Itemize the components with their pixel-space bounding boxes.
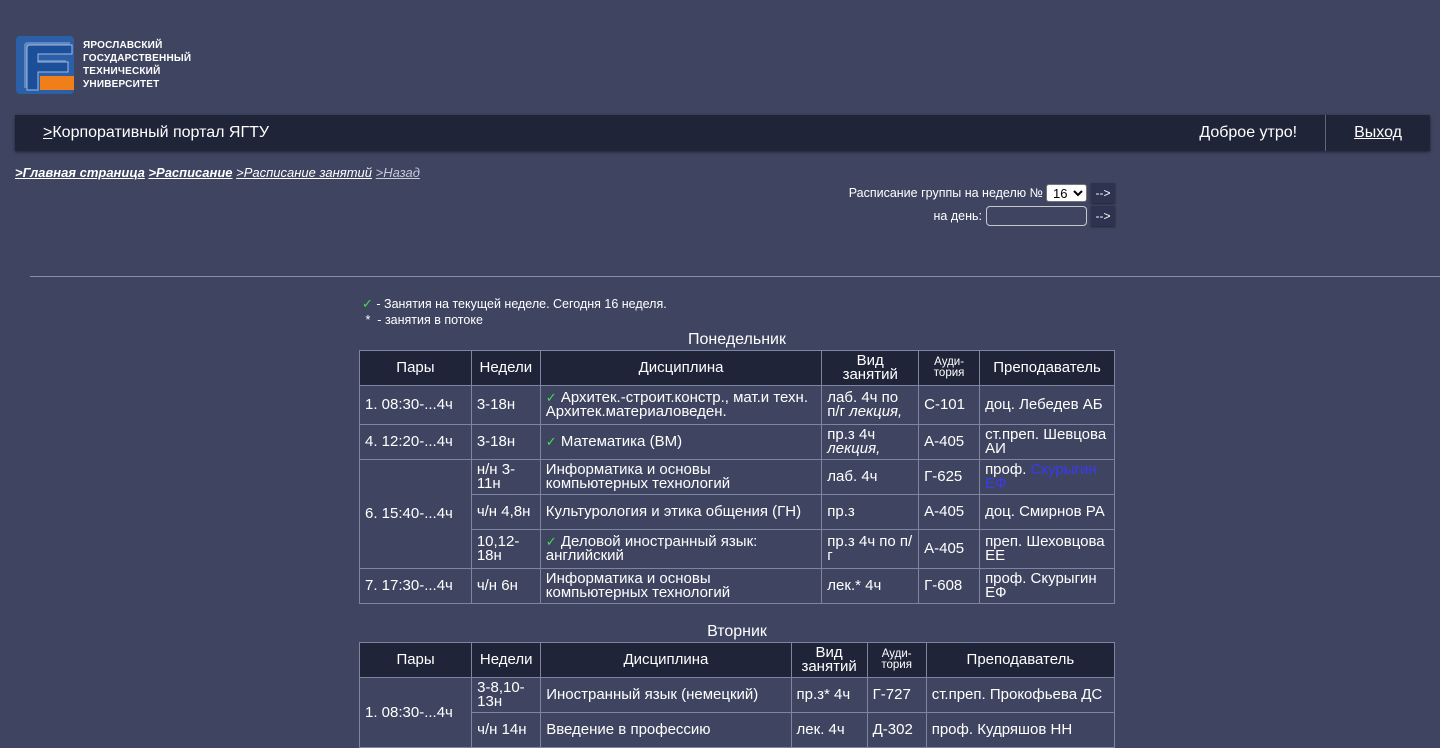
ystu-logo-icon xyxy=(16,36,74,94)
breadcrumb-schedule[interactable]: >Расписание xyxy=(148,165,232,180)
greeting-text: Доброе утро! xyxy=(1199,124,1298,141)
tuesday-schedule: Вторник Пары Недели Дисциплина Вид занят… xyxy=(358,622,1116,748)
day-title-tuesday: Вторник xyxy=(707,623,767,640)
table-row: 1. 08:30-...4ч 3-8,10-13н Иностранный яз… xyxy=(358,677,1116,748)
breadcrumb-back[interactable]: >Назад xyxy=(376,165,420,180)
table-row: 4. 12:20-...4ч 3-18н ✓ Математика (ВМ) п… xyxy=(359,424,1115,460)
table-row: 6. 15:40-...4ч н/н 3-11н Информатика и о… xyxy=(359,459,1115,569)
week-select[interactable]: 16 xyxy=(1046,184,1087,202)
table-header: Пары Недели Дисциплина Вид занятий Ауди-… xyxy=(358,642,1116,678)
legend: ✓ - Занятия на текущей неделе. Сегодня 1… xyxy=(362,296,667,327)
tuesday-table: Пары Недели Дисциплина Вид занятий Ауди-… xyxy=(358,642,1116,748)
check-icon: ✓ xyxy=(362,296,373,311)
nav-divider xyxy=(1325,115,1327,151)
breadcrumb-classes[interactable]: >Расписание занятий xyxy=(236,165,372,180)
table-row: ч/н 14н Введение в профессию лек. 4ч Д-3… xyxy=(360,712,1116,748)
table-row: 10,12-18н ✓ Деловой иностранный язык: ан… xyxy=(360,529,1115,569)
check-icon: ✓ xyxy=(545,434,557,449)
divider-line xyxy=(30,276,1440,277)
week-label: Расписание группы на неделю № xyxy=(848,186,1043,200)
week-go-button[interactable]: --> xyxy=(1091,183,1115,203)
university-logo[interactable]: Ярославский государственный технический … xyxy=(16,36,191,94)
breadcrumb: >Главная страница >Расписание >Расписани… xyxy=(15,165,420,180)
week-form: Расписание группы на неделю № 16 --> на … xyxy=(820,182,1115,227)
day-label: на день: xyxy=(933,209,982,223)
table-header: Пары Недели Дисциплина Вид занятий Ауди-… xyxy=(359,350,1115,386)
table-row: 1. 08:30-...4ч 3-18н ✓ Архитек.-строит.к… xyxy=(359,385,1115,425)
portal-link[interactable]: >Корпоративный портал ЯГТУ xyxy=(43,124,269,142)
top-navbar: >Корпоративный портал ЯГТУ Доброе утро! … xyxy=(15,115,1430,151)
university-name: Ярославский государственный технический … xyxy=(83,40,192,90)
table-row: ч/н 4,8н Культурология и этика общения (… xyxy=(360,494,1115,530)
table-row: 7. 17:30-...4ч ч/н 6н Информатика и осно… xyxy=(359,568,1115,604)
day-title-monday: Понедельник xyxy=(688,331,786,348)
logout-link[interactable]: Выход xyxy=(1354,124,1402,142)
day-go-button[interactable]: --> xyxy=(1091,206,1115,226)
monday-schedule: Понедельник Пары Недели Дисциплина Вид з… xyxy=(359,330,1115,604)
monday-table: Пары Недели Дисциплина Вид занятий Ауди-… xyxy=(359,350,1115,604)
day-input[interactable] xyxy=(986,206,1087,226)
breadcrumb-home[interactable]: >Главная страница xyxy=(15,165,145,180)
